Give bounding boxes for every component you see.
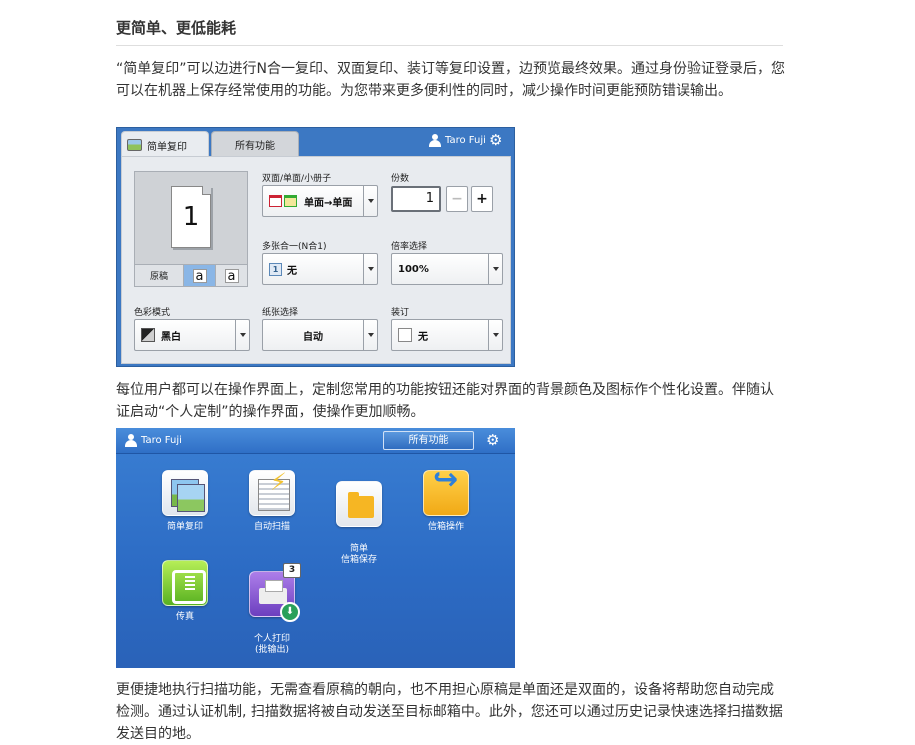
copies-minus-button[interactable]: − xyxy=(446,186,468,212)
staple-label: 装订 xyxy=(391,308,410,318)
copies-plus-button[interactable]: + xyxy=(471,186,493,212)
simple-copy-screen: 简单复印 所有功能 Taro Fuji ⚙ 1 原稿 a a 双面/单面/小册子… xyxy=(116,127,515,367)
zoom-value: 100% xyxy=(398,263,429,275)
scan-icon xyxy=(249,470,295,516)
tab-all-functions[interactable]: 所有功能 xyxy=(211,131,299,156)
paper-label: 纸张选择 xyxy=(262,308,299,318)
app-auto-scan[interactable]: 自动扫描 xyxy=(232,470,312,533)
chevron-down-icon xyxy=(488,320,502,350)
copies-label: 份数 xyxy=(391,174,410,184)
app-personal-print[interactable]: 3 ⬇ 个人打印 (批输出) xyxy=(232,560,312,667)
color-mode-value: 黑白 xyxy=(161,331,181,343)
chevron-down-icon xyxy=(363,254,377,284)
printer-icon: 3 ⬇ xyxy=(249,563,301,622)
copies-input[interactable]: 1 xyxy=(391,186,441,212)
preview-orientation-bar: 原稿 a a xyxy=(135,264,247,286)
customization-paragraph: 每位用户都可以在操作界面上，定制您常用的功能按钮还能对界面的背景颜色及图标作个性… xyxy=(116,382,774,420)
user-icon xyxy=(429,134,441,147)
nup-icon: 1 xyxy=(269,262,282,276)
home-menu-screen: Taro Fuji 所有功能 ⚙ 简单复印 自动扫描 简单 信箱保存 信箱操作 … xyxy=(116,428,515,668)
paper-select[interactable]: 自动 xyxy=(262,319,378,351)
copy-icon xyxy=(162,470,208,516)
copy-preview: 1 原稿 a a xyxy=(134,171,248,287)
paper-value: 自动 xyxy=(303,331,323,343)
gear-icon[interactable]: ⚙ xyxy=(486,431,499,449)
chevron-down-icon xyxy=(363,186,377,216)
job-count-badge: 3 xyxy=(283,563,301,578)
tab-simple-copy[interactable]: 简单复印 xyxy=(121,131,209,158)
zoom-select[interactable]: 100% xyxy=(391,253,503,285)
copy-settings-panel: 1 原稿 a a 双面/单面/小册子 单面→单面 份数 1 − + 多张合一(N… xyxy=(121,156,511,364)
app-label: 简单复印 xyxy=(166,522,203,532)
orientation-landscape-button[interactable]: a xyxy=(215,265,247,286)
app-fax[interactable]: 传真 xyxy=(145,560,225,623)
app-label: 自动扫描 xyxy=(253,522,290,532)
zoom-label: 倍率选择 xyxy=(391,242,428,252)
copy-icon xyxy=(127,139,142,151)
intro-paragraph: “简单复印”可以边进行N合一复印、双面复印、装订等复印设置，边预览最终效果。通过… xyxy=(116,61,785,99)
user-name: Taro Fuji xyxy=(445,135,486,146)
app-label: 简单 信箱保存 xyxy=(340,544,377,565)
chevron-down-icon xyxy=(363,320,377,350)
orientation-portrait-button[interactable]: a xyxy=(183,265,215,286)
chevron-down-icon xyxy=(488,254,502,284)
app-simple-mailbox-save[interactable]: 简单 信箱保存 xyxy=(319,470,399,577)
color-mode-select[interactable]: 黑白 xyxy=(134,319,250,351)
duplex-select[interactable]: 单面→单面 xyxy=(262,185,378,217)
tab-simple-copy-label: 简单复印 xyxy=(147,141,187,153)
chevron-down-icon xyxy=(235,320,249,350)
all-functions-button[interactable]: 所有功能 xyxy=(383,431,474,450)
app-simple-copy[interactable]: 简单复印 xyxy=(145,470,225,533)
home-top-bar: Taro Fuji 所有功能 ⚙ xyxy=(116,428,515,454)
staple-select[interactable]: 无 xyxy=(391,319,503,351)
mailbox-icon xyxy=(423,470,469,516)
duplex-value: 单面→单面 xyxy=(304,197,353,209)
section-heading: 更简单、更低能耗 xyxy=(116,19,237,37)
color-mode-label: 色彩模式 xyxy=(134,308,171,318)
original-label: 原稿 xyxy=(149,272,168,282)
fax-icon xyxy=(162,560,208,606)
gear-icon[interactable]: ⚙ xyxy=(489,131,502,149)
app-label: 信箱操作 xyxy=(427,522,464,532)
duplex-label: 双面/单面/小册子 xyxy=(262,174,332,184)
staple-value: 无 xyxy=(418,331,428,343)
app-label: 个人打印 (批输出) xyxy=(253,634,290,655)
folder-icon xyxy=(336,481,382,527)
staple-icon xyxy=(398,328,412,342)
preview-page: 1 xyxy=(171,186,211,248)
app-mailbox-operation[interactable]: 信箱操作 xyxy=(406,470,486,533)
heading-divider xyxy=(116,45,783,46)
black-white-icon xyxy=(141,328,155,342)
nup-value: 无 xyxy=(287,265,297,277)
nup-select[interactable]: 1 无 xyxy=(262,253,378,285)
user-icon xyxy=(125,434,137,447)
duplex-icon xyxy=(269,193,299,209)
user-account[interactable]: Taro Fuji xyxy=(125,434,182,447)
user-account[interactable]: Taro Fuji xyxy=(429,134,486,147)
app-label: 传真 xyxy=(175,612,194,622)
nup-label: 多张合一(N合1) xyxy=(262,242,327,252)
user-name: Taro Fuji xyxy=(141,435,182,446)
scan-paragraph: 更便捷地执行扫描功能，无需查看原稿的朝向，也不用担心原稿是单面还是双面的，设备将… xyxy=(116,682,783,742)
download-icon: ⬇ xyxy=(280,602,300,622)
